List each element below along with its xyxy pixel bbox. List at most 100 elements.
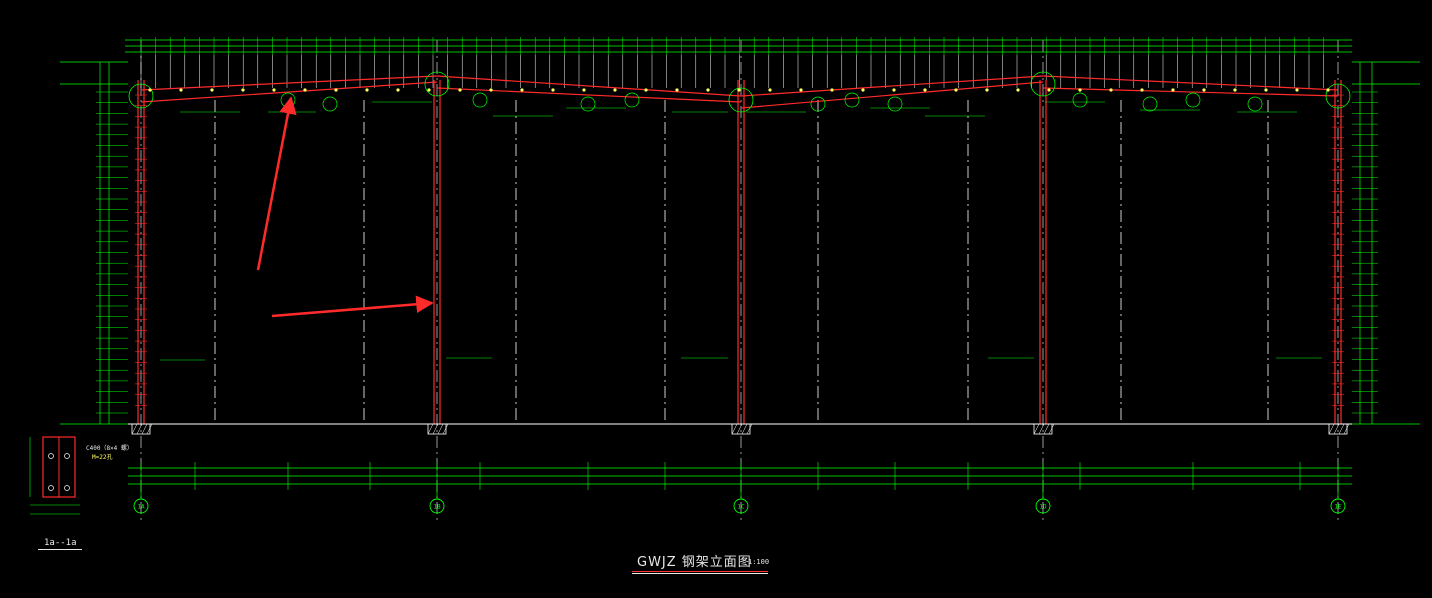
bolt-marker	[1264, 88, 1268, 92]
detail-circle	[1072, 92, 1088, 108]
bolt-marker	[1016, 88, 1020, 92]
bolt-marker	[1233, 88, 1237, 92]
bolt-marker	[799, 88, 803, 92]
bolt-marker	[613, 88, 617, 92]
bolt-marker	[892, 88, 896, 92]
roof-beam-top	[436, 75, 742, 97]
bolt-marker	[954, 88, 958, 92]
drawing-title: GWJZ 钢架立面图	[637, 555, 752, 570]
section-underline	[38, 549, 82, 550]
detail-note-2: M=22孔	[92, 454, 113, 461]
annotation-arrows	[256, 96, 434, 318]
detail-bolt	[64, 485, 70, 491]
bolt-marker	[1140, 88, 1144, 92]
detail-circle	[280, 92, 296, 108]
detail-bolt	[64, 453, 70, 459]
detail-circle	[1247, 96, 1263, 112]
bolt-marker	[830, 88, 834, 92]
base-hatch	[131, 423, 138, 435]
detail-bolt	[48, 485, 54, 491]
base-hatch	[1038, 423, 1045, 435]
bolt-marker	[768, 88, 772, 92]
base-hatch	[1033, 423, 1040, 435]
bolt-marker	[396, 88, 400, 92]
bolt-marker	[489, 88, 493, 92]
bolt-marker	[210, 88, 214, 92]
roof-beam-top	[1042, 75, 1339, 91]
bolt-marker	[148, 88, 152, 92]
base-hatch	[746, 423, 753, 435]
bolt-marker	[1326, 88, 1330, 92]
roof-beam-bottom	[1042, 87, 1339, 97]
axis-bubbles: 1A 1B 1C 1D 1E	[133, 490, 1346, 514]
section-detail	[29, 436, 80, 515]
base-hatch	[427, 423, 434, 435]
detail-circle	[322, 96, 338, 112]
bolt-marker	[675, 88, 679, 92]
bolt-marker	[644, 88, 648, 92]
detail-circle	[1142, 96, 1158, 112]
bolt-marker	[1171, 88, 1175, 92]
detail-circle	[844, 92, 860, 108]
bolt-marker	[241, 88, 245, 92]
elevation-drawing: 1A 1B 1C 1D 1E	[29, 37, 1420, 520]
structure-layer	[128, 71, 1352, 435]
arrow-to-beam	[256, 96, 297, 271]
dimension-layer	[60, 37, 1420, 490]
base-hatch	[141, 423, 148, 435]
bolt-marker	[706, 88, 710, 92]
drawing-scale: 1:100	[748, 558, 770, 566]
axis-bubble-label: 1E	[1334, 504, 1342, 511]
detail-circle	[472, 92, 488, 108]
member-tag-layer	[148, 88, 1330, 361]
bolt-marker	[365, 88, 369, 92]
bolt-marker	[551, 88, 555, 92]
detail-circle	[624, 92, 640, 108]
detail-circle	[887, 96, 903, 112]
bolt-marker	[520, 88, 524, 92]
bolt-marker	[427, 88, 431, 92]
base-hatch	[432, 423, 439, 435]
bolt-marker	[1109, 88, 1113, 92]
bolt-marker	[737, 88, 741, 92]
axis-bubble-label: 1C	[737, 504, 745, 511]
base-hatch	[136, 423, 143, 435]
bolt-marker	[582, 88, 586, 92]
base-hatch	[731, 423, 738, 435]
detail-circle	[1185, 92, 1201, 108]
bolt-marker	[179, 88, 183, 92]
bolt-marker	[1078, 88, 1082, 92]
title-underline-2	[632, 573, 768, 574]
bolt-marker	[861, 88, 865, 92]
bolt-marker	[923, 88, 927, 92]
bolt-marker	[985, 88, 989, 92]
axis-bubble-label: 1D	[1039, 504, 1047, 511]
base-hatch	[437, 423, 444, 435]
base-hatch	[1338, 423, 1345, 435]
bolt-marker	[1047, 88, 1051, 92]
base-hatch	[1043, 423, 1050, 435]
base-hatch	[1343, 423, 1350, 435]
arrow-to-column	[271, 295, 434, 318]
base-hatch	[1328, 423, 1335, 435]
section-label: 1a--1a	[44, 538, 77, 548]
base-hatch	[736, 423, 743, 435]
axis-bubble-label: 1B	[433, 504, 441, 511]
base-hatch	[1333, 423, 1340, 435]
roof-beam-bottom	[140, 81, 438, 103]
bolt-marker	[458, 88, 462, 92]
roof-beam-top	[140, 75, 438, 91]
roof-beam-bottom	[436, 87, 742, 103]
bolt-marker	[272, 88, 276, 92]
bolt-marker	[334, 88, 338, 92]
base-hatch	[1048, 423, 1055, 435]
axis-bubble-label: 1A	[137, 504, 145, 511]
bolt-marker	[1295, 88, 1299, 92]
bolt-marker	[1202, 88, 1206, 92]
detail-bolt	[48, 453, 54, 459]
bolt-marker	[303, 88, 307, 92]
base-hatch	[146, 423, 153, 435]
base-hatch	[741, 423, 748, 435]
detail-note-1: C400（8×4 螺）	[86, 445, 133, 452]
detail-circle	[580, 96, 596, 112]
